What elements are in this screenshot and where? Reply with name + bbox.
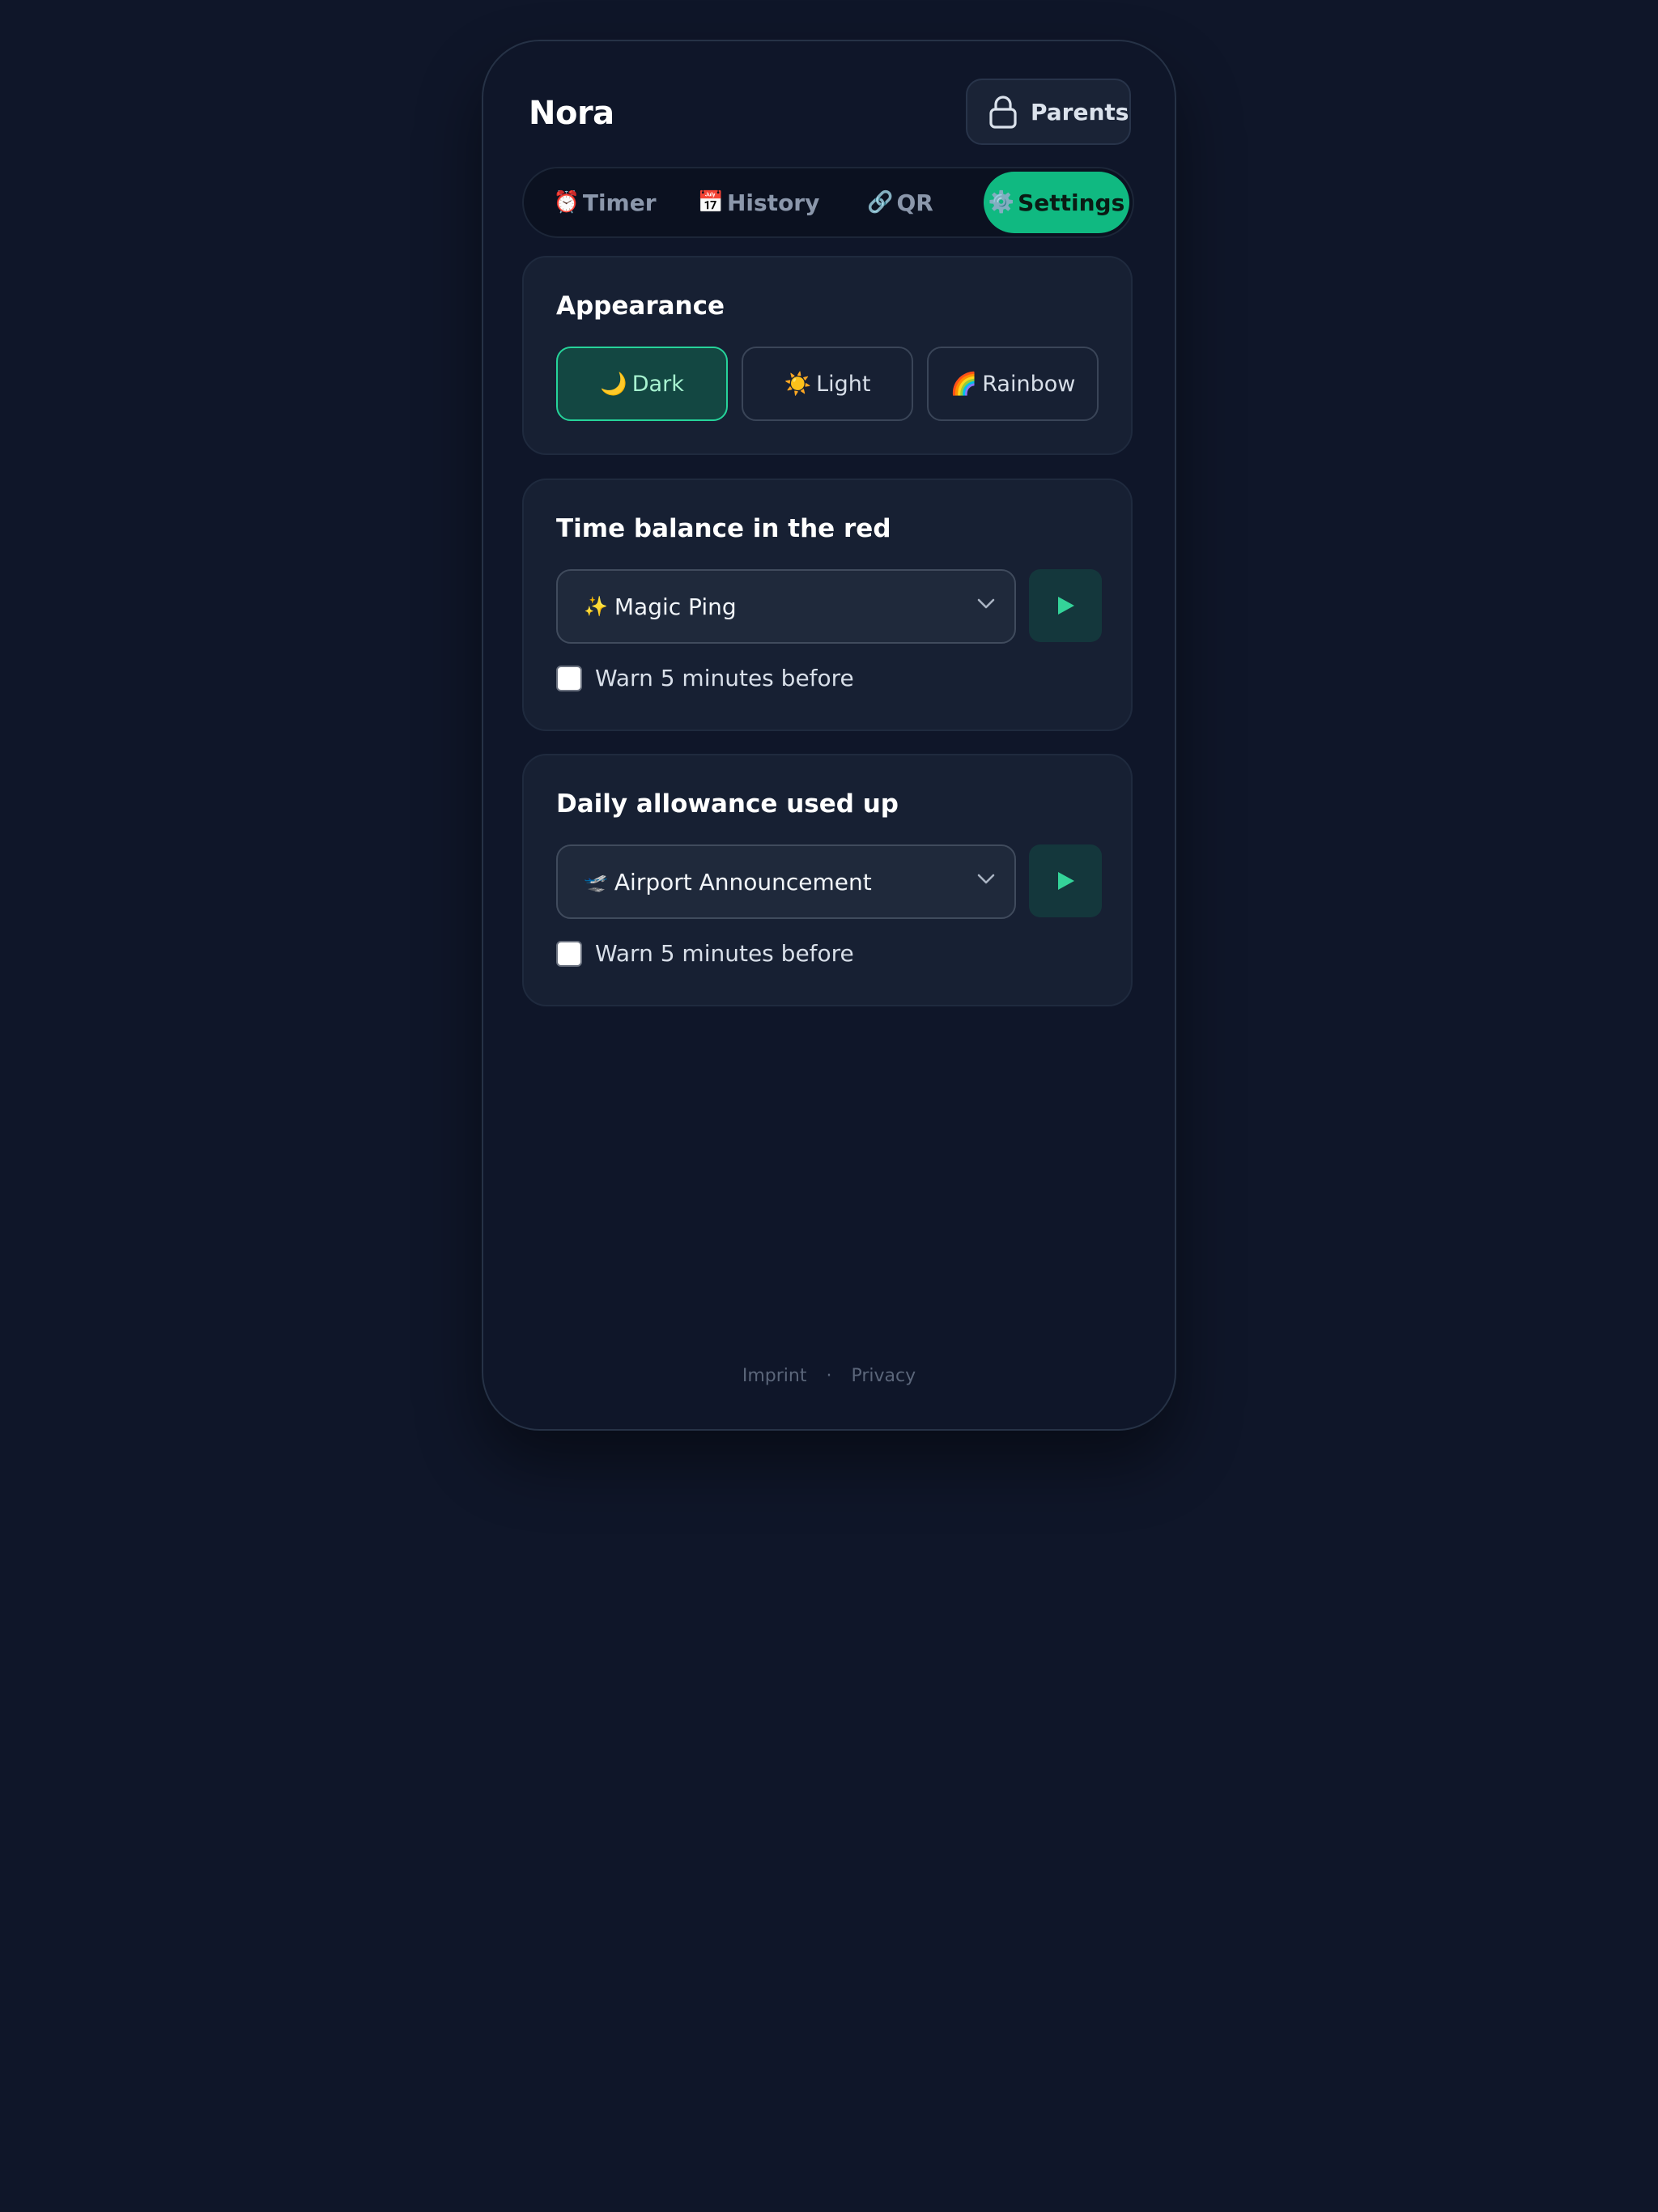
tab-qr[interactable]: 🔗 QR [848,172,953,233]
appearance-card: Appearance 🌙 Dark ☀️ Light 🌈 Rainbow [522,256,1133,455]
theme-rainbow-button[interactable]: 🌈 Rainbow [927,347,1099,421]
sun-icon: ☀️ [784,372,812,397]
tab-label: Settings [1018,189,1125,216]
sparkles-icon: ✨ [584,595,608,618]
theme-label: Rainbow [982,371,1076,397]
negative-balance-sound-select[interactable]: ✨ Magic Ping [556,569,1016,644]
theme-dark-button[interactable]: 🌙 Dark [556,347,728,421]
play-icon [1058,872,1074,890]
negative-balance-title: Time balance in the red [556,514,891,543]
allowance-used-title: Daily allowance used up [556,789,899,819]
warn-checkbox[interactable] [556,665,582,691]
warn-checkbox[interactable] [556,940,582,967]
moon-icon: 🌙 [600,372,627,397]
sound-select-value: Airport Announcement [614,868,872,895]
tab-bar: ⏰ Timer 📅 History 🔗 QR ⚙️ Settings [522,167,1134,238]
negative-balance-card: Time balance in the red ✨ Magic Ping War… [522,479,1133,731]
play-sound-button[interactable] [1029,569,1102,642]
warn-label: Warn 5 minutes before [595,940,854,967]
alarm-clock-icon: ⏰ [553,190,580,215]
rainbow-icon: 🌈 [950,372,978,397]
lock-icon [989,96,1017,129]
tab-label: History [726,189,820,216]
parents-button[interactable]: Parents [966,79,1131,145]
warn-label: Warn 5 minutes before [595,665,854,691]
warn-option: Warn 5 minutes before [556,665,854,691]
tab-history[interactable]: 📅 History [686,172,831,233]
theme-label: Light [816,371,871,397]
airplane-icon: 🛫 [584,870,608,893]
tab-label: Timer [582,189,657,216]
app-frame: Nora Parents ⏰ Timer 📅 History 🔗 QR ⚙️ S… [482,40,1176,1431]
footer: Imprint · Privacy [483,1366,1175,1386]
gear-icon: ⚙️ [988,190,1015,215]
imprint-link[interactable]: Imprint [742,1366,807,1386]
calendar-icon: 📅 [697,190,724,215]
chevron-down-icon [977,874,995,884]
footer-separator: · [826,1366,832,1386]
parents-label: Parents [1031,98,1129,125]
header: Nora Parents [529,79,1131,147]
appearance-title: Appearance [556,291,725,321]
privacy-link[interactable]: Privacy [851,1366,916,1386]
tab-timer[interactable]: ⏰ Timer [540,172,670,233]
allowance-used-sound-select[interactable]: 🛫 Airport Announcement [556,844,1016,919]
sound-select-value: Magic Ping [614,593,737,620]
allowance-used-card: Daily allowance used up 🛫 Airport Announ… [522,754,1133,1006]
tab-label: QR [896,189,933,216]
theme-label: Dark [631,371,684,397]
link-icon: 🔗 [867,190,894,215]
chevron-down-icon [977,598,995,609]
play-icon [1058,597,1074,615]
tab-settings[interactable]: ⚙️ Settings [984,172,1129,233]
play-sound-button[interactable] [1029,844,1102,917]
theme-light-button[interactable]: ☀️ Light [742,347,913,421]
warn-option: Warn 5 minutes before [556,940,854,967]
page-title: Nora [529,95,614,132]
